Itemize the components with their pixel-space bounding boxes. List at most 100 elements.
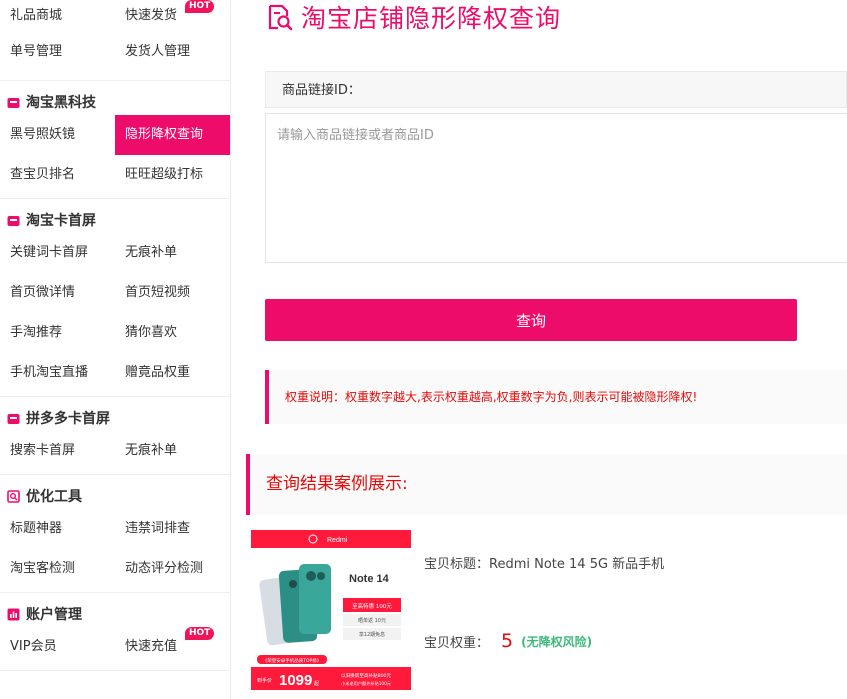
sidebar-item-label: 搜索卡首屏: [10, 443, 76, 458]
sidebar-group: 淘宝卡首屏关键词卡首屏 无痕补单 首页微详情 首页短视频手淘推荐 猜你喜欢手机淘宝直播 赠…: [0, 199, 230, 397]
sidebar-item[interactable]: 无痕补单: [115, 233, 230, 273]
sidebar-group: 优化工具标题神器 违禁词排查淘宝客检测 动态评分检测: [0, 475, 230, 593]
sidebar-row: 标题神器 违禁词排查: [0, 509, 230, 549]
sidebar-item-label: 查宝贝排名: [10, 167, 76, 182]
sidebar-item[interactable]: 礼品商城: [0, 0, 115, 32]
sidebar-item[interactable]: 隐形降权查询: [115, 115, 230, 155]
page-title: 淘宝店铺隐形降权查询: [265, 0, 561, 34]
sidebar-item[interactable]: 赠竟品权重: [115, 353, 230, 393]
sidebar-item[interactable]: 快速发货 HOT: [115, 0, 230, 32]
product-promo-3: 享12期免息: [359, 631, 385, 638]
sidebar-item[interactable]: 首页短视频: [115, 273, 230, 313]
sidebar-group-title-text: 账户管理: [26, 607, 82, 623]
sidebar-item-label: 礼品商城: [10, 8, 63, 23]
product-model: Note 14: [349, 573, 390, 585]
product-weight: 宝贝权重： 5 (无降权风险): [424, 630, 592, 652]
product-subsidy-2: 小米老用户额外补贴100元: [341, 680, 391, 687]
sidebar-item-label: 猜你喜欢: [125, 325, 178, 340]
sidebar-group-title-text: 淘宝黑科技: [26, 95, 96, 111]
sidebar-item-label: 隐形降权查询: [125, 127, 204, 142]
product-subsidy-1: 以旧换新至高补贴800元: [341, 672, 392, 679]
product-id-input[interactable]: [265, 113, 847, 263]
sidebar-group-title: 淘宝黑科技: [0, 89, 230, 115]
sidebar-item[interactable]: 首页微详情: [0, 273, 115, 313]
product-promo-2: 晒单返 10元: [358, 617, 386, 624]
chart-icon: [7, 608, 26, 621]
sidebar-item[interactable]: 淘宝客检测: [0, 549, 115, 589]
sidebar-item-label: 淘宝客检测: [10, 561, 76, 576]
sidebar-item[interactable]: 搜索卡首屏: [0, 431, 115, 471]
sidebar-item[interactable]: 违禁词排查: [115, 509, 230, 549]
page-title-text: 淘宝店铺隐形降权查询: [301, 4, 562, 33]
sidebar-group-top: 礼品商城 快速发货 HOT 单号管理 发货人管理: [0, 0, 230, 81]
search-document-icon: [268, 4, 293, 31]
product-risk-status: (无降权风险): [521, 634, 593, 649]
sidebar-item[interactable]: 手淘推荐: [0, 313, 115, 353]
product-weight-value: 5: [501, 630, 514, 652]
sidebar-row: 手机淘宝直播 赠竟品权重: [0, 353, 230, 393]
product-price: 1099: [279, 672, 312, 689]
sidebar-item-label: 动态评分检测: [125, 561, 204, 576]
sidebar-item-label: 手机淘宝直播: [10, 365, 89, 380]
sidebar-item[interactable]: 无痕补单: [115, 431, 230, 471]
product-badge: 《荣登安卓手机品质TOP榜》: [263, 657, 322, 664]
sidebar-item-label: 标题神器: [10, 521, 63, 536]
sidebar-item-label: 无痕补单: [125, 245, 178, 260]
sidebar-item[interactable]: 快速充值 HOT: [115, 627, 230, 667]
sidebar-item-label: 违禁词排查: [125, 521, 191, 536]
query-button[interactable]: 查询: [265, 299, 797, 341]
product-brand: Redmi: [327, 537, 348, 544]
sidebar-item-label: 单号管理: [10, 44, 63, 59]
sidebar-item-label: 手淘推荐: [10, 325, 63, 340]
sidebar-item-label: 旺旺超级打标: [125, 167, 204, 182]
sidebar-group-title: 淘宝卡首屏: [0, 207, 230, 233]
sidebar-row: 淘宝客检测 动态评分检测: [0, 549, 230, 589]
sidebar-item-label: 关键词卡首屏: [10, 245, 89, 260]
sidebar-group: 拼多多卡首屏搜索卡首屏 无痕补单: [0, 397, 230, 475]
sidebar-item[interactable]: 标题神器: [0, 509, 115, 549]
result-example-header: 查询结果案例展示:: [246, 454, 847, 515]
product-title-label: 宝贝标题：: [424, 557, 490, 572]
hot-badge: HOT: [185, 0, 215, 13]
product-title-value: Redmi Note 14 5G 新品手机: [489, 557, 665, 572]
sidebar-row: 礼品商城 快速发货 HOT: [0, 0, 230, 32]
sidebar-item[interactable]: 旺旺超级打标: [115, 155, 230, 195]
page: 礼品商城 快速发货 HOT 单号管理 发货人管理 淘宝黑科技 黑号照妖镜 隐形降权查询 查宝贝排…: [0, 0, 847, 699]
sidebar-group-title: 拼多多卡首屏: [0, 405, 230, 431]
sidebar-item[interactable]: 手机淘宝直播: [0, 353, 115, 393]
product-id-label: 商品链接ID：: [265, 71, 847, 108]
sidebar-row: VIP会员 快速充值 HOT: [0, 627, 230, 667]
sidebar-row: 关键词卡首屏 无痕补单: [0, 233, 230, 273]
sidebar-item-label: 快速发货: [125, 8, 178, 23]
sidebar-group-title-text: 淘宝卡首屏: [26, 213, 96, 229]
sidebar-item-label: 无痕补单: [125, 443, 178, 458]
sidebar-item[interactable]: 发货人管理: [115, 32, 230, 72]
sidebar-group-title-text: 优化工具: [26, 489, 82, 505]
magic-box-icon: [7, 96, 26, 109]
sidebar-group: 淘宝黑科技黑号照妖镜 隐形降权查询查宝贝排名 旺旺超级打标: [0, 81, 230, 199]
sidebar-item[interactable]: 猜你喜欢: [115, 313, 230, 353]
sidebar-group: 账户管理 VIP会员 快速充值 HOT: [0, 593, 230, 671]
sidebar-row: 黑号照妖镜 隐形降权查询: [0, 115, 230, 155]
product-promo-1: 至高特惠 100元: [352, 602, 392, 610]
weight-notice: 权重说明：权重数字越大,表示权重越高,权重数字为负,则表示可能被隐形降权!: [265, 370, 847, 424]
sidebar-item-label: 快速充值: [125, 639, 178, 654]
sidebar-row: 手淘推荐 猜你喜欢: [0, 313, 230, 353]
sidebar-item[interactable]: 查宝贝排名: [0, 155, 115, 195]
product-weight-label: 宝贝权重：: [424, 635, 490, 651]
sidebar-item-label: 发货人管理: [125, 44, 191, 59]
tool-icon: [7, 489, 26, 503]
sidebar-item[interactable]: VIP会员: [0, 627, 115, 667]
sidebar-row: 查宝贝排名 旺旺超级打标: [0, 155, 230, 195]
sidebar-row: 单号管理 发货人管理: [0, 32, 230, 72]
sidebar-group-title: 优化工具: [0, 483, 230, 509]
sidebar-group-title-text: 拼多多卡首屏: [26, 411, 110, 427]
product-title: 宝贝标题：Redmi Note 14 5G 新品手机: [424, 553, 664, 572]
sidebar-item[interactable]: 动态评分检测: [115, 549, 230, 589]
sidebar-item[interactable]: 单号管理: [0, 32, 115, 72]
sidebar-item-label: 赠竟品权重: [125, 365, 191, 380]
main-content: 淘宝店铺隐形降权查询 商品链接ID： 查询 权重说明：权重数字越大,表示权重越高…: [246, 0, 847, 699]
card-icon: [7, 412, 26, 425]
sidebar-item[interactable]: 黑号照妖镜: [0, 115, 115, 155]
sidebar-item[interactable]: 关键词卡首屏: [0, 233, 115, 273]
